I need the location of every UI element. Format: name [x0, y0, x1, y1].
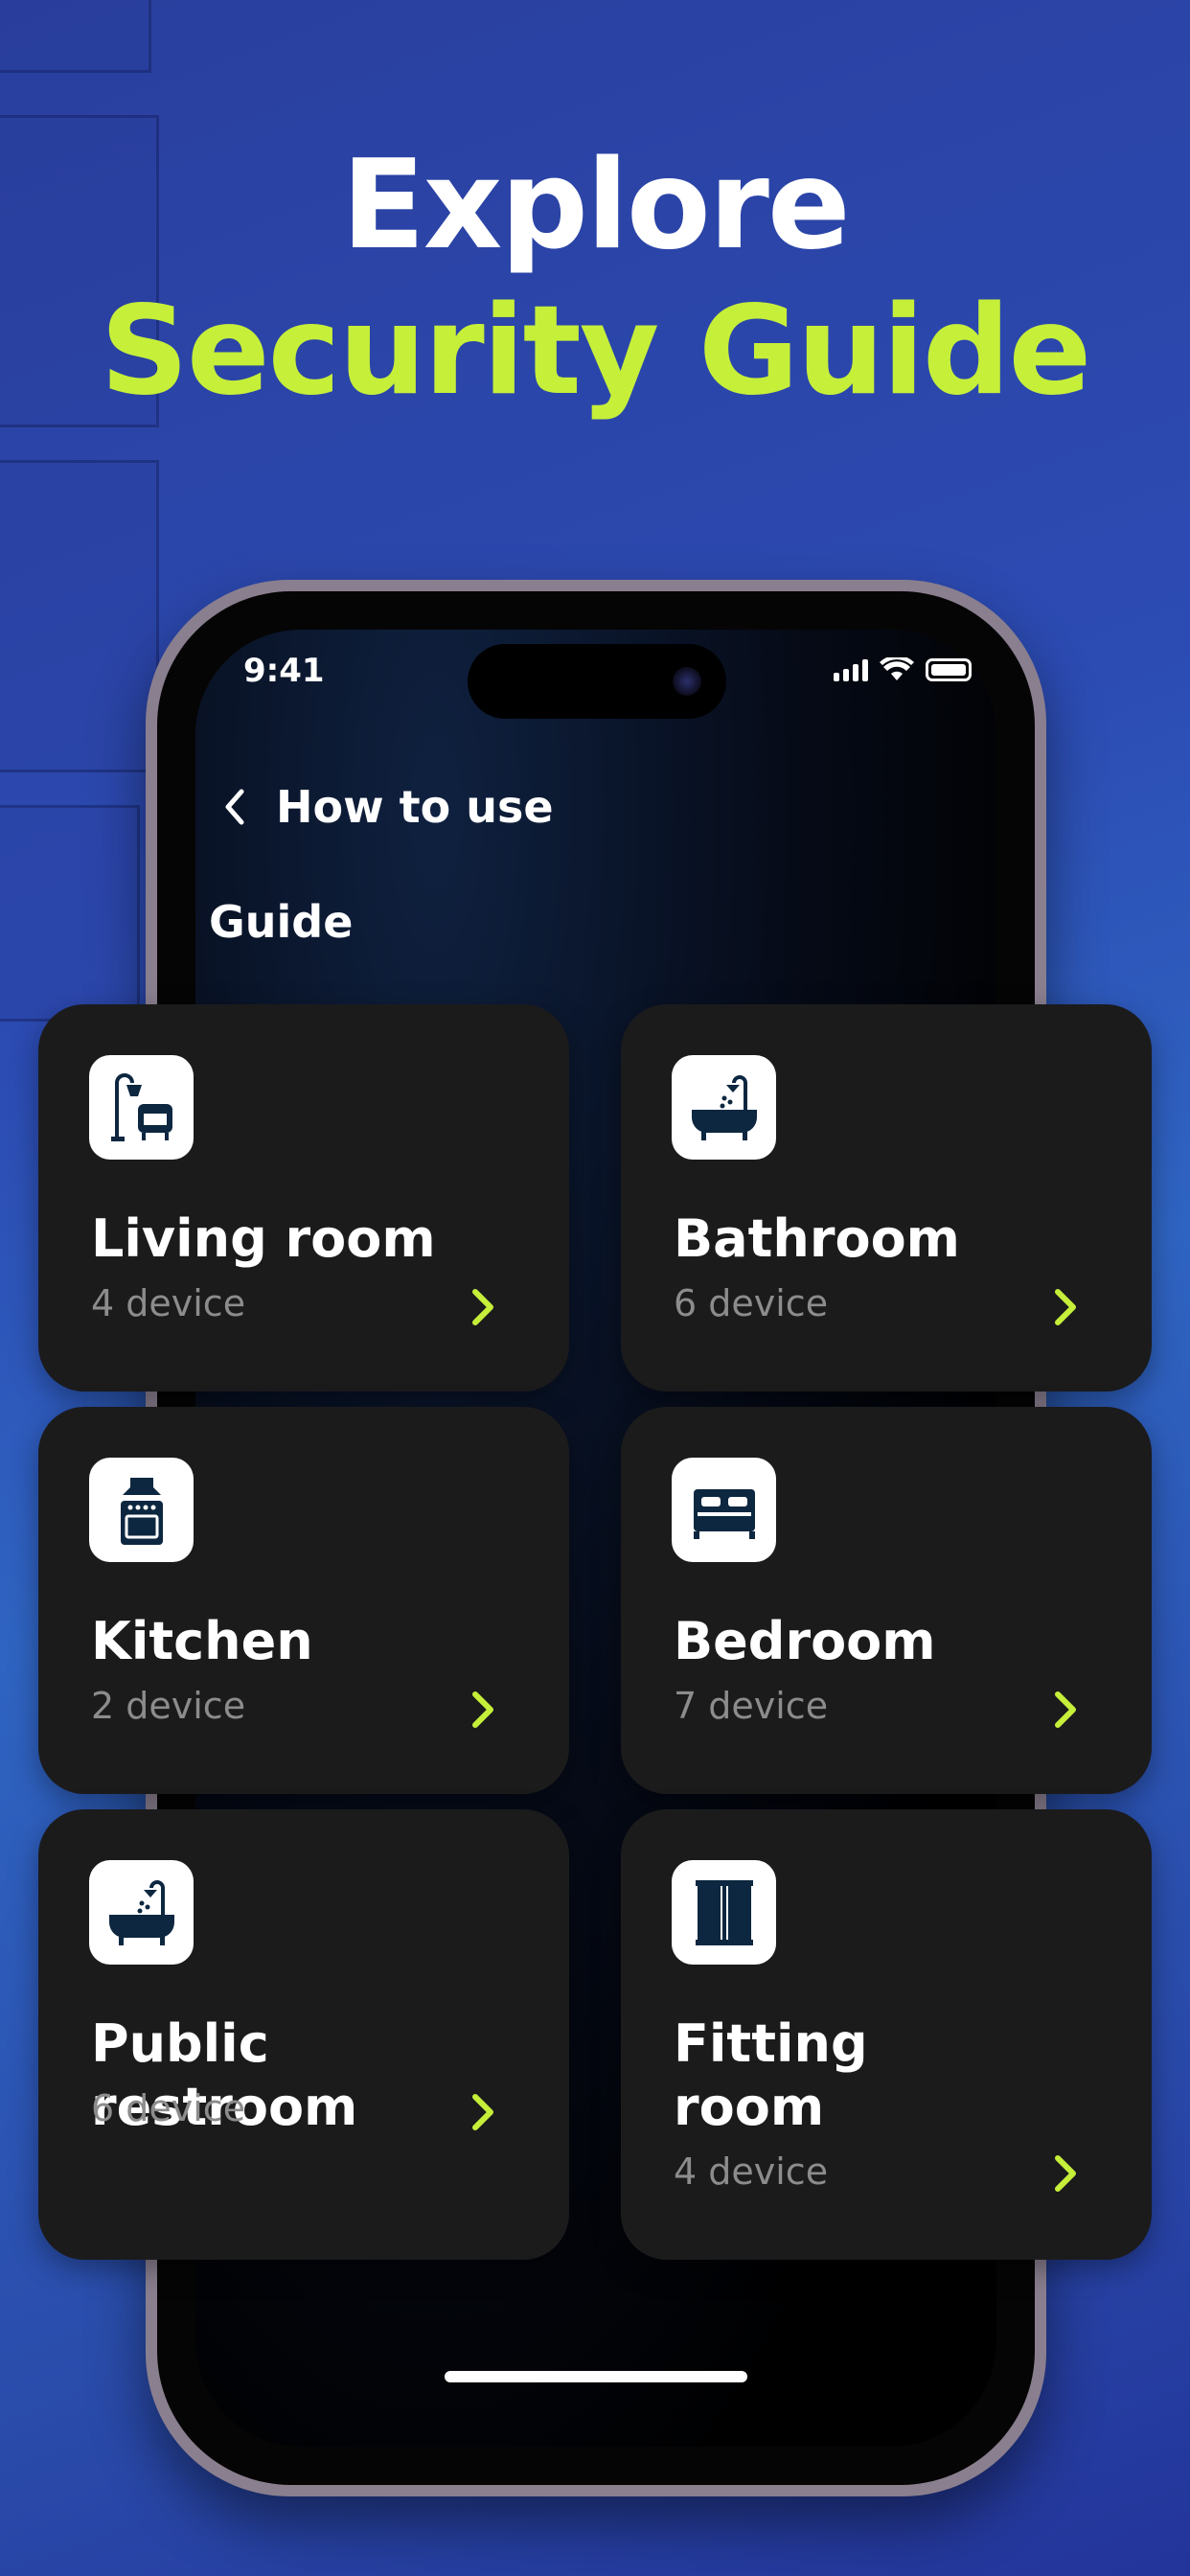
chevron-right-icon [472, 1289, 493, 1325]
stove-icon [89, 1458, 194, 1562]
device-count: 4 device [91, 1282, 246, 1324]
bed-icon [672, 1458, 776, 1562]
chevron-right-icon [1055, 1289, 1076, 1325]
device-count: 6 device [91, 2087, 246, 2129]
device-count: 4 device [674, 2150, 829, 2193]
room-name: Kitchen [91, 1611, 313, 1671]
chevron-right-icon [472, 1691, 493, 1728]
chevron-right-icon [1055, 1691, 1076, 1728]
battery-icon [926, 658, 972, 681]
headline-line1: Explore [341, 134, 850, 277]
cellular-signal-icon [834, 658, 868, 681]
background-frame [0, 460, 159, 772]
camera-icon [673, 667, 701, 696]
room-card-kitchen[interactable]: Kitchen 2 device [38, 1407, 569, 1794]
room-grid: Living room 4 device Bathroom 6 device K… [38, 1004, 1152, 2260]
background-frame [0, 0, 151, 73]
chevron-left-icon[interactable] [220, 786, 249, 828]
dynamic-island [468, 644, 726, 719]
chevron-right-icon [472, 2094, 493, 2130]
section-title: Guide [209, 896, 354, 948]
status-time: 9:41 [243, 652, 325, 690]
room-card-fitting-room[interactable]: Fitting room 4 device [621, 1809, 1152, 2260]
living-room-icon [89, 1055, 194, 1160]
device-count: 7 device [674, 1685, 829, 1727]
headline-line2: Security Guide [100, 280, 1092, 423]
nav-title: How to use [276, 781, 554, 833]
bathtub-icon [89, 1860, 194, 1965]
room-card-bedroom[interactable]: Bedroom 7 device [621, 1407, 1152, 1794]
wifi-icon [880, 657, 914, 680]
room-name: Fitting room [674, 2013, 868, 2137]
bathtub-icon [672, 1055, 776, 1160]
room-name: Bathroom [674, 1208, 960, 1269]
nav-header: How to use [220, 781, 554, 833]
device-count: 2 device [91, 1685, 246, 1727]
room-card-public-restroom[interactable]: Public restroom 6 device [38, 1809, 569, 2260]
room-name: Bedroom [674, 1611, 936, 1671]
room-name: Living room [91, 1208, 436, 1269]
device-count: 6 device [674, 1282, 829, 1324]
home-indicator [445, 2371, 747, 2382]
background-frame [0, 805, 140, 1022]
chevron-right-icon [1055, 2155, 1076, 2192]
fitting-room-icon [672, 1860, 776, 1965]
room-card-bathroom[interactable]: Bathroom 6 device [621, 1004, 1152, 1392]
status-icons [834, 657, 972, 682]
room-card-living-room[interactable]: Living room 4 device [38, 1004, 569, 1392]
